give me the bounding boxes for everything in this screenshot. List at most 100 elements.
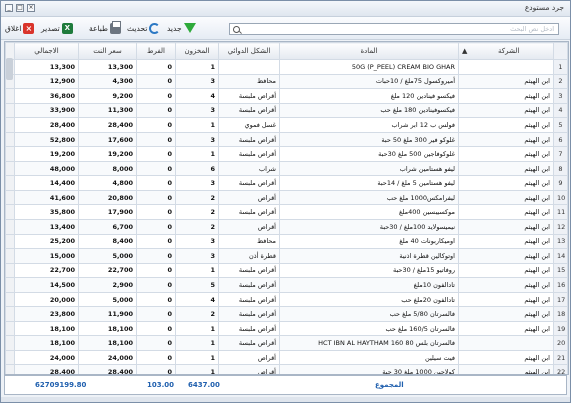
column-header-price[interactable]: سعر النت xyxy=(78,42,137,60)
table-row[interactable]: 14,500 2,900 0 5 أقراص ملبسة تادالفون 10ملغ اب… xyxy=(5,277,568,293)
cell-material: أميروكسول 75ملغ / 10حبات xyxy=(279,73,459,90)
cell-price: 18,100 xyxy=(78,335,137,351)
refresh-button[interactable]: تحديث xyxy=(127,21,161,35)
export-button[interactable]: تصدير X xyxy=(41,21,73,35)
print-button[interactable]: طباعة xyxy=(89,20,122,35)
cell-stock: 2 xyxy=(175,306,219,322)
cell-form: أقراص ملبسة xyxy=(218,277,280,293)
cell-form: أقراص xyxy=(218,189,280,206)
table-row[interactable]: 25,200 8,400 0 3 محافظ اوميكاربونات 40 ملغ ابن… xyxy=(5,233,568,250)
cell-stock: 3 xyxy=(175,248,219,264)
column-header-material[interactable]: المادة xyxy=(279,42,459,60)
maximize-icon[interactable]: □ xyxy=(16,4,24,12)
table-row[interactable]: 22,700 22,700 0 1 أقراص ملبسة روفاتيو 15ملغ /… xyxy=(5,262,568,279)
table-row[interactable]: 15,000 5,000 0 3 قطرة أذن اوتوكالين قطرة اذني… xyxy=(5,248,568,264)
table-row[interactable]: 18,100 18,100 0 1 أقراص ملبسة HCT IBN AL HAYT… xyxy=(5,335,568,351)
cell-price: 6,700 xyxy=(78,219,137,235)
close-button-label: اغلاق xyxy=(5,23,22,33)
cell-material: ليفو هستامين شراب xyxy=(279,160,459,177)
grand-total: 62709199.80 xyxy=(35,381,87,389)
scrollbar-track xyxy=(5,189,15,206)
title-bar: _ □ × جرد مستودع xyxy=(1,1,570,17)
column-header-bonus[interactable]: الفرط xyxy=(136,42,176,60)
cell-total: 28,400 xyxy=(14,364,79,374)
close-button[interactable]: اغلاق × xyxy=(5,21,35,35)
printer-icon xyxy=(110,20,122,34)
table-row[interactable]: 28,400 28,400 0 1 أقراص كولاجين 1000 ملغ 30 ح… xyxy=(5,364,568,374)
column-header-form[interactable]: الشكل الدوائي xyxy=(218,42,280,60)
status-bar xyxy=(1,397,570,402)
cell-total: 41,600 xyxy=(14,189,79,206)
cell-company: ابن الهيثم xyxy=(458,88,554,104)
table-row[interactable]: 13,400 6,700 0 2 أقراص نيميسولايد 100ملغ / 30… xyxy=(5,219,568,235)
cell-material: تادالفون 10ملغ xyxy=(279,277,459,293)
table-row[interactable]: 12,900 4,300 0 3 محافظ أميروكسول 75ملغ / 10حب… xyxy=(5,73,568,90)
column-header-stock[interactable]: المخزون xyxy=(175,42,219,60)
table-row[interactable]: 13,300 13,300 0 1 50G (P_PEEL) CREAM BIO GHA… xyxy=(5,59,568,75)
cell-total: 19,200 xyxy=(14,146,79,162)
table-row[interactable]: 23,800 11,900 0 2 أقراص ملبسة فالسرتان 5/80 م… xyxy=(5,306,568,322)
close-window-icon[interactable]: × xyxy=(27,4,35,12)
table-row[interactable]: 48,000 8,000 0 6 شراب ليفو هستامين شراب ابن ال… xyxy=(5,160,568,177)
table-row[interactable]: 18,100 18,100 0 1 أقراص ملبسة فالسرتان 160/5 … xyxy=(5,320,568,337)
search-placeholder: ادخل نص البحث xyxy=(510,25,554,33)
cell-company: ابن الهيثم xyxy=(458,189,554,206)
cell-price: 28,400 xyxy=(78,364,137,374)
filter-icon xyxy=(183,23,196,33)
cell-stock: 2 xyxy=(175,219,219,235)
scrollbar-header xyxy=(5,42,15,60)
table-row[interactable]: 20,000 5,000 0 4 أقراص ملبسة تادالفون 20ملغ ح… xyxy=(5,291,568,308)
column-header-company[interactable]: ▲ الشركة xyxy=(458,42,554,60)
cell-total: 25,200 xyxy=(14,233,79,250)
new-button[interactable]: جديد xyxy=(167,21,196,35)
cell-bonus: 0 xyxy=(136,364,176,374)
row-number: 12 xyxy=(553,219,568,235)
cell-form: محافظ xyxy=(218,233,280,250)
table-row[interactable]: 24,000 24,000 0 1 أقراص فيت سيلين ابن الهيثم 21 xyxy=(5,349,568,366)
table-row[interactable]: 52,800 17,600 0 3 أقراص ملبسة غلوكو فير 300 م… xyxy=(5,131,568,148)
cell-bonus: 0 xyxy=(136,59,176,75)
table-row[interactable]: 33,900 11,300 0 3 أقراص ملبسة فيكسوفينادين 18… xyxy=(5,102,568,119)
scrollbar-track xyxy=(5,320,15,337)
cell-material: اوتوكالين قطرة اذنية xyxy=(279,248,459,264)
cell-total: 15,000 xyxy=(14,248,79,264)
row-number-header xyxy=(553,42,568,60)
cell-stock: 3 xyxy=(175,102,219,119)
cell-company: ابن الهيثم xyxy=(458,262,554,279)
cell-stock: 5 xyxy=(175,277,219,293)
table-row[interactable]: 35,800 17,900 0 2 أقراص ملبسة موكسيبسين 400مل… xyxy=(5,204,568,221)
cell-total: 18,100 xyxy=(14,335,79,351)
cell-price: 18,100 xyxy=(78,320,137,337)
cell-company xyxy=(458,59,554,75)
cell-stock: 1 xyxy=(175,146,219,162)
search-input[interactable]: ادخل نص البحث xyxy=(229,23,559,35)
column-header-total[interactable]: الاجمالي xyxy=(14,42,79,60)
window-title: جرد مستودع xyxy=(524,3,564,12)
table-row[interactable]: 36,800 9,200 0 4 أقراص ملبسة فيكسو فينادين 12… xyxy=(5,88,568,104)
cell-price: 22,700 xyxy=(78,262,137,279)
inventory-table: الاجمالي سعر النت الفرط المخزون الشكل ال… xyxy=(4,41,569,375)
scrollbar-thumb[interactable] xyxy=(6,58,13,80)
table-row[interactable]: 14,400 4,800 0 3 أقراص ملبسة ليفو هستامين 5 م… xyxy=(5,175,568,191)
cell-price: 24,000 xyxy=(78,349,137,366)
cell-price: 17,600 xyxy=(78,131,137,148)
refresh-icon xyxy=(149,22,161,34)
cell-bonus: 0 xyxy=(136,306,176,322)
cell-price: 13,300 xyxy=(78,59,137,75)
scrollbar-track xyxy=(5,248,15,264)
cell-company: ابن الهيثم xyxy=(458,349,554,366)
cell-company: ابن الهيثم xyxy=(458,175,554,191)
cell-stock: 1 xyxy=(175,262,219,279)
cell-company: ابن الهيثم xyxy=(458,233,554,250)
table-row[interactable]: 19,200 19,200 0 1 أقراص ملبسة غلوكوفاجين 500 … xyxy=(5,146,568,162)
cell-company: ابن الهيثم xyxy=(458,277,554,293)
cell-price: 19,200 xyxy=(78,146,137,162)
scrollbar-track xyxy=(5,204,15,221)
cell-total: 35,800 xyxy=(14,204,79,221)
cell-form: أقراص ملبسة xyxy=(218,320,280,337)
cell-total: 14,400 xyxy=(14,175,79,191)
table-row[interactable]: 41,600 20,800 0 2 أقراص ليفرامكس1000 ملغ حب اب… xyxy=(5,189,568,206)
minimize-icon[interactable]: _ xyxy=(5,4,13,12)
cell-stock: 3 xyxy=(175,233,219,250)
table-row[interactable]: 28,400 28,400 0 1 غسل فموي فولس ب 12 ابر شراب… xyxy=(5,117,568,133)
